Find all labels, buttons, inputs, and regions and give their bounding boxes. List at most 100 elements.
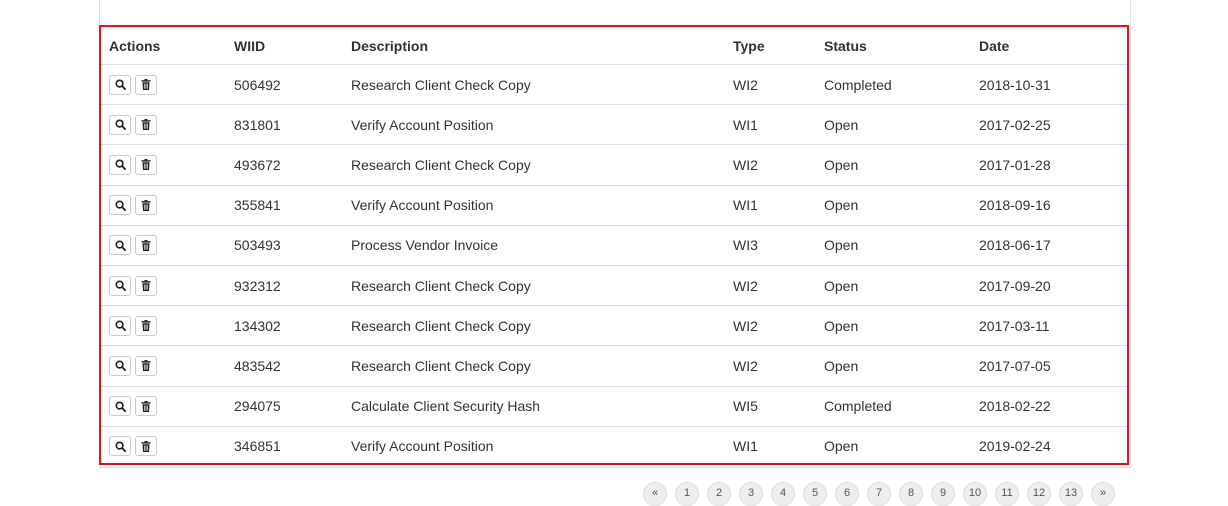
cell-status: Open	[816, 265, 971, 307]
table-row[interactable]: 503493 Process Vendor Invoice WI3 Open 2018-…	[101, 225, 1127, 266]
page-number-button[interactable]: 2	[707, 482, 731, 506]
page-next-button[interactable]: »	[1091, 482, 1115, 506]
search-icon	[114, 360, 126, 372]
cell-status: Open	[816, 104, 971, 146]
cell-wiid: 294075	[226, 386, 343, 427]
search-icon	[114, 401, 126, 412]
view-button[interactable]	[109, 275, 131, 296]
delete-button[interactable]	[135, 355, 157, 376]
view-button[interactable]	[109, 315, 131, 336]
table-row[interactable]: 831801 Verify Account Position WI1 Open 2017…	[101, 104, 1127, 146]
column-header-date[interactable]: Date	[971, 27, 1127, 65]
cell-description: Process Vendor Invoice	[343, 225, 725, 266]
table-row[interactable]: 346851 Verify Account Position WI1 Open 2019…	[101, 426, 1127, 466]
page-number-button[interactable]: 13	[1059, 482, 1083, 506]
cell-type: WI2	[725, 345, 816, 387]
delete-button[interactable]	[135, 114, 157, 135]
row-actions	[109, 154, 226, 175]
view-button[interactable]	[109, 355, 131, 376]
cell-date: 2017-02-25	[971, 104, 1127, 146]
column-header-status[interactable]: Status	[816, 27, 971, 65]
column-header-type[interactable]: Type	[725, 27, 816, 65]
cell-description: Research Client Check Copy	[343, 305, 725, 347]
delete-button[interactable]	[135, 74, 157, 95]
column-header-description[interactable]: Description	[343, 27, 725, 65]
trash-icon	[141, 79, 151, 91]
view-button[interactable]	[109, 195, 131, 216]
column-header-wiid[interactable]: WIID	[226, 27, 343, 65]
trash-icon	[141, 320, 151, 332]
page-number-button[interactable]: 9	[931, 482, 955, 506]
search-icon	[114, 159, 126, 171]
page-number-button[interactable]: 4	[771, 482, 795, 506]
trash-icon	[141, 440, 151, 452]
work-items-table: Actions WIID Description Type Status Dat…	[101, 27, 1127, 466]
cell-status: Open	[816, 305, 971, 347]
page-number-button[interactable]: 8	[899, 482, 923, 506]
search-icon	[114, 240, 126, 251]
table-body: 506492 Research Client Check Copy WI2 Compl…	[101, 64, 1127, 466]
cell-type: WI2	[725, 144, 816, 186]
cell-wiid: 483542	[226, 345, 343, 387]
page-number-button[interactable]: 3	[739, 482, 763, 506]
view-button[interactable]	[109, 154, 131, 175]
row-actions	[109, 195, 226, 216]
cell-wiid: 831801	[226, 104, 343, 146]
table-row[interactable]: 134302 Research Client Check Copy WI2 Open 2…	[101, 305, 1127, 347]
cell-description: Calculate Client Security Hash	[343, 386, 725, 427]
cell-type: WI1	[725, 185, 816, 226]
row-actions-cell	[101, 64, 226, 106]
cell-status: Open	[824, 438, 859, 455]
trash-icon	[141, 159, 151, 171]
view-button[interactable]	[109, 436, 131, 457]
table-row[interactable]: 506492 Research Client Check Copy WI2 Compl…	[101, 64, 1127, 106]
cell-type: WI3	[725, 225, 816, 266]
cell-date: 2019-02-24	[979, 438, 1051, 455]
cell-date: 2017-09-20	[971, 265, 1127, 307]
page-prev-button[interactable]: «	[643, 482, 667, 506]
row-actions	[109, 396, 226, 417]
cell-wiid: 134302	[226, 305, 343, 347]
page-number-button[interactable]: 7	[867, 482, 891, 506]
cell-type: WI1	[733, 438, 758, 455]
delete-button[interactable]	[135, 315, 157, 336]
page-number-button[interactable]: 5	[803, 482, 827, 506]
table-row[interactable]: 294075 Calculate Client Security Hash WI5 C…	[101, 386, 1127, 427]
cell-status: Completed	[816, 64, 971, 106]
table-row[interactable]: 355841 Verify Account Position WI1 Open 2018…	[101, 185, 1127, 226]
delete-button[interactable]	[135, 275, 157, 296]
delete-button[interactable]	[135, 154, 157, 175]
cell-date: 2018-06-17	[971, 225, 1127, 266]
page-number-button[interactable]: 1	[675, 482, 699, 506]
delete-button[interactable]	[135, 396, 157, 417]
page-number-button[interactable]: 12	[1027, 482, 1051, 506]
table-header-row: Actions WIID Description Type Status Dat…	[101, 27, 1127, 65]
view-button[interactable]	[109, 114, 131, 135]
view-button[interactable]	[109, 74, 131, 95]
cell-wiid: 493672	[226, 144, 343, 186]
page-number-button[interactable]: 6	[835, 482, 859, 506]
cell-status: Open	[816, 185, 971, 226]
view-button[interactable]	[109, 396, 131, 417]
delete-button[interactable]	[135, 436, 157, 457]
row-actions	[109, 235, 226, 256]
table-row[interactable]: 483542 Research Client Check Copy WI2 Open 2…	[101, 345, 1127, 387]
table-row[interactable]: 493672 Research Client Check Copy WI2 Open 2…	[101, 144, 1127, 186]
page-number-button[interactable]: 11	[995, 482, 1019, 506]
delete-button[interactable]	[135, 195, 157, 216]
row-actions	[109, 74, 226, 95]
table-header: Actions WIID Description Type Status Dat…	[101, 27, 1127, 65]
cell-status: Open	[816, 225, 971, 266]
cell-status: Open	[816, 345, 971, 387]
row-actions-cell	[101, 144, 226, 186]
page-number-button[interactable]: 10	[963, 482, 987, 506]
delete-button[interactable]	[135, 235, 157, 256]
cell-description: Research Client Check Copy	[343, 345, 725, 387]
view-button[interactable]	[109, 235, 131, 256]
row-actions-cell	[101, 426, 226, 466]
search-icon	[114, 79, 126, 91]
cell-type: WI2	[725, 265, 816, 307]
table-row[interactable]: 932312 Research Client Check Copy WI2 Open 2…	[101, 265, 1127, 307]
cell-description: Research Client Check Copy	[343, 265, 725, 307]
search-icon	[114, 200, 126, 211]
